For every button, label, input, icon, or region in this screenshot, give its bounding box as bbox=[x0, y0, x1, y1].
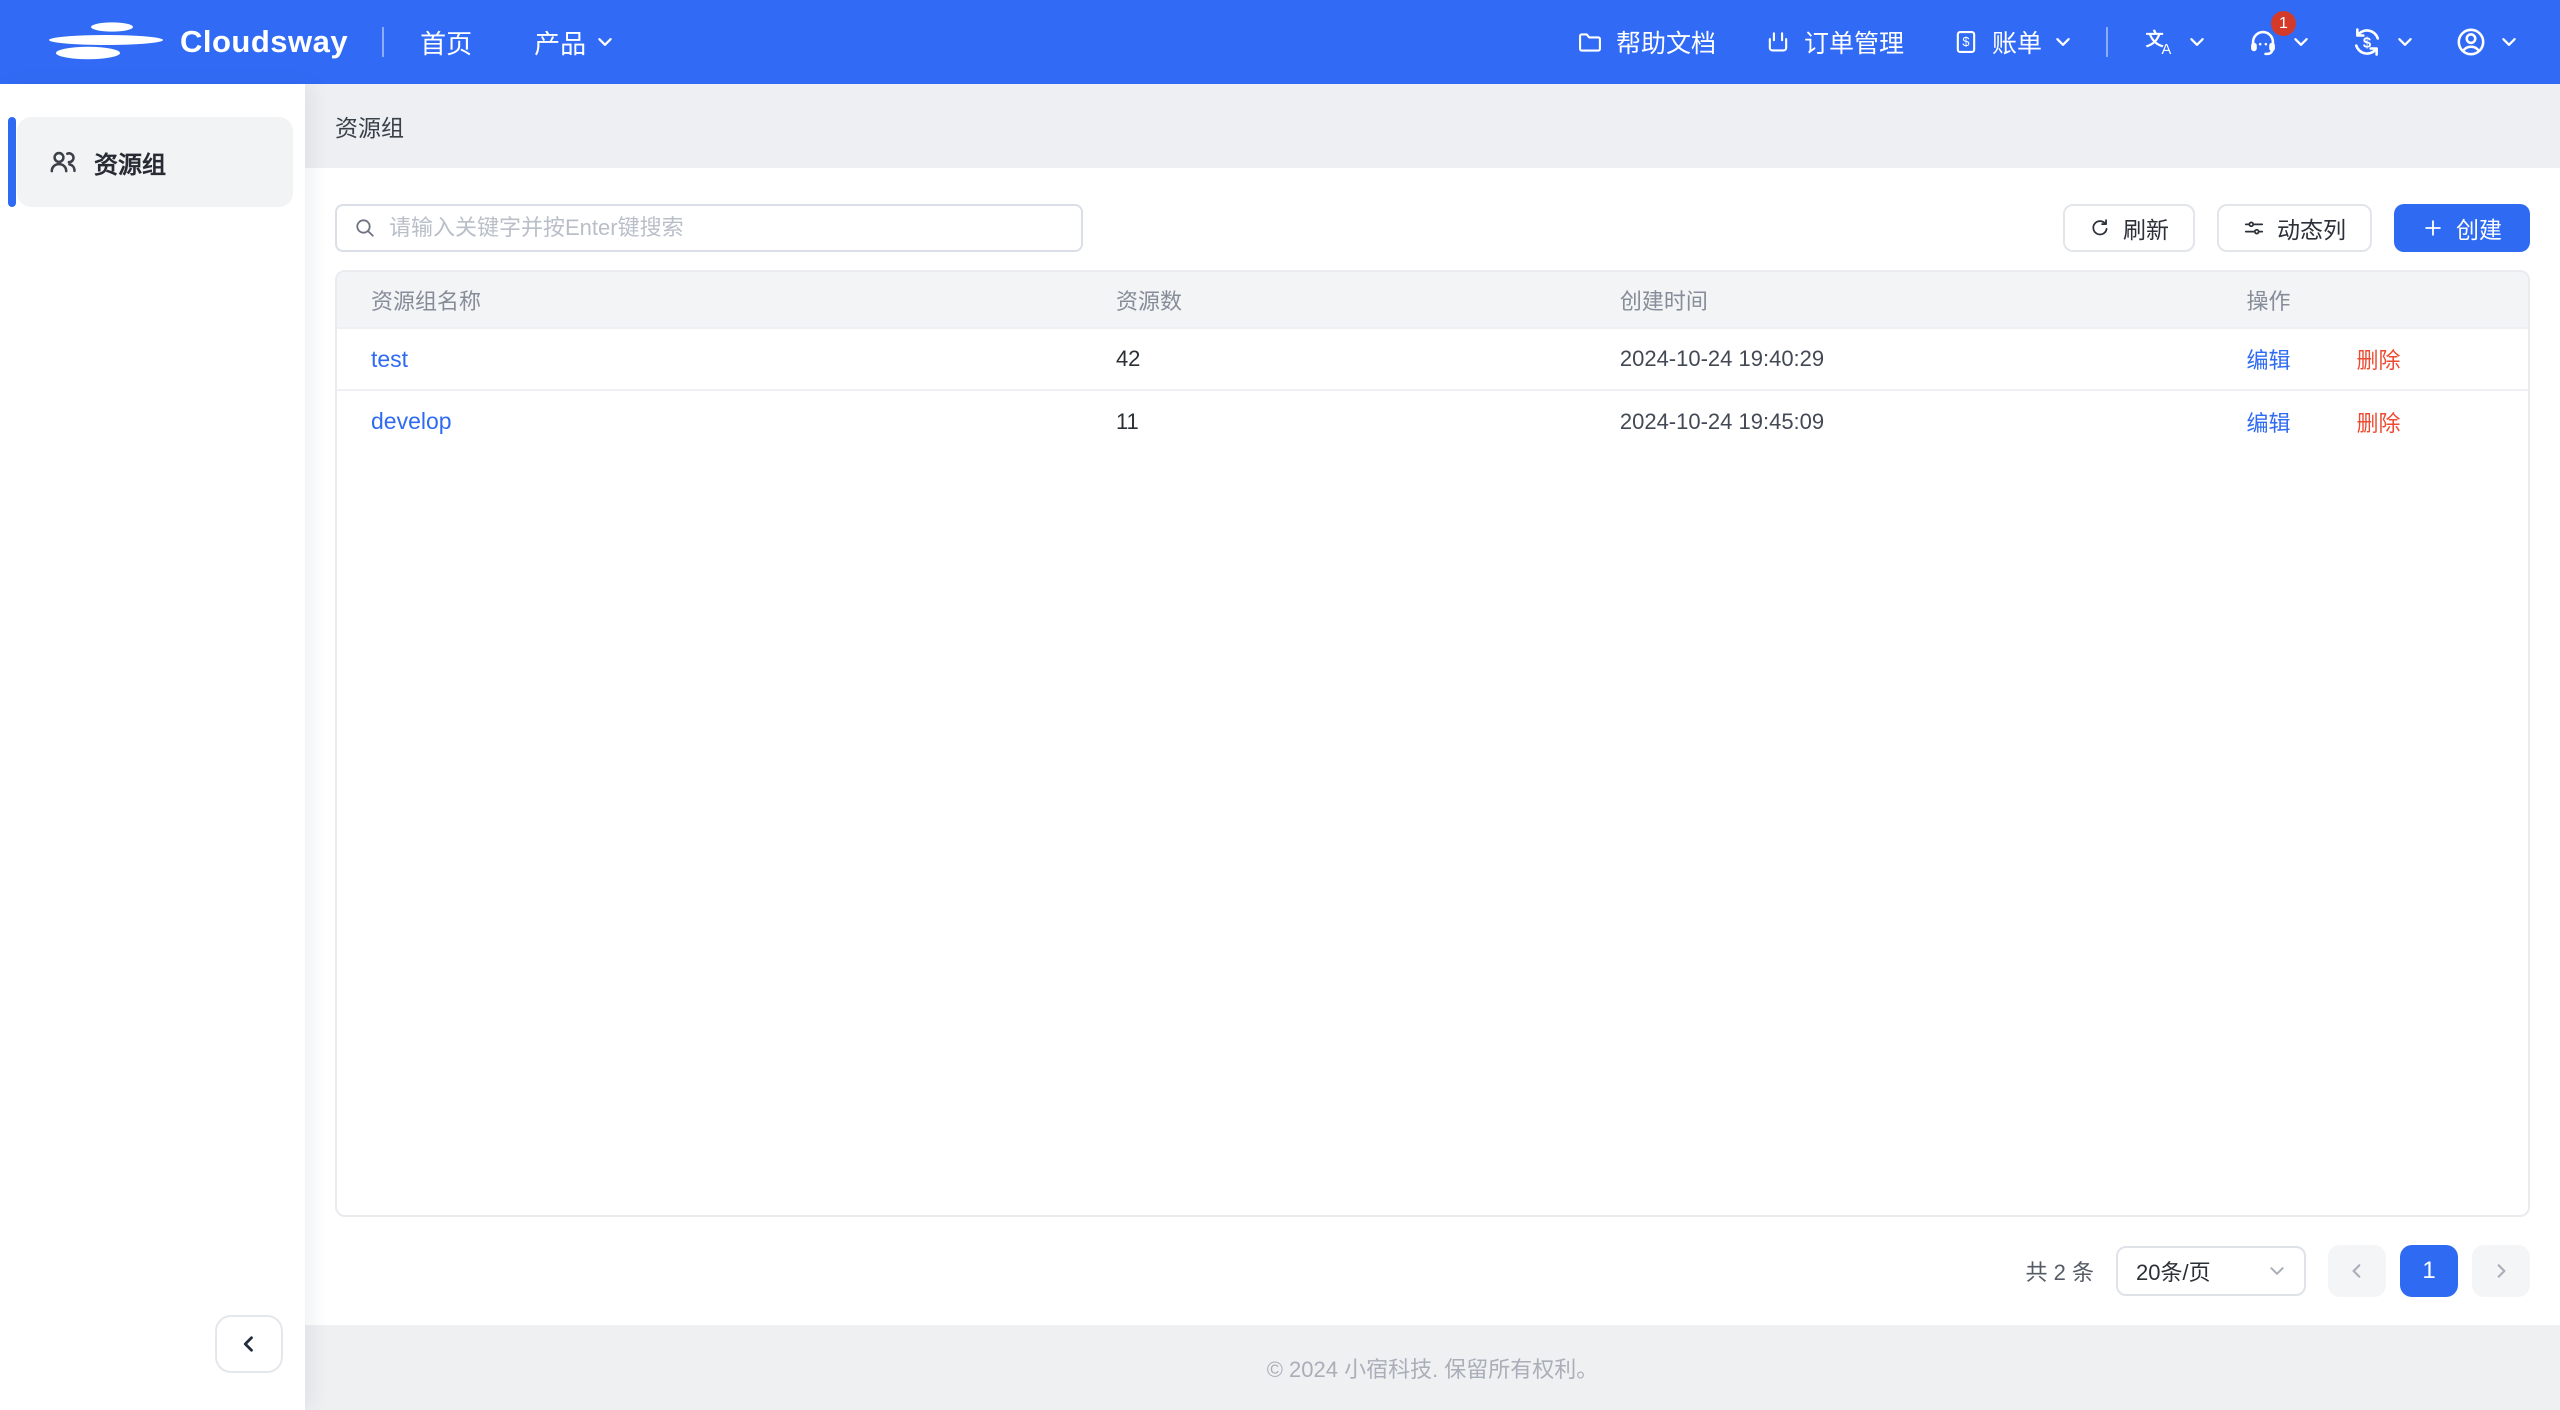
edit-link[interactable]: 编辑 bbox=[2246, 406, 2290, 438]
columns-filter-icon bbox=[2243, 217, 2265, 239]
resource-group-table: 资源组名称 资源数 创建时间 操作 test 42 2024-10-24 19:… bbox=[335, 270, 2530, 1217]
chevron-down-icon bbox=[2292, 33, 2310, 51]
currency-menu[interactable]: $ bbox=[2350, 25, 2414, 59]
table-header-row: 资源组名称 资源数 创建时间 操作 bbox=[337, 272, 2528, 328]
main-menu: 首页 产品 bbox=[420, 24, 614, 61]
svg-text:$: $ bbox=[2363, 35, 2372, 51]
total-count: 共 2 条 bbox=[2026, 1255, 2094, 1287]
account-menu[interactable] bbox=[2454, 25, 2518, 59]
orders-icon bbox=[1764, 28, 1792, 56]
search-box[interactable] bbox=[335, 204, 1083, 252]
created-time: 2024-10-24 19:45:09 bbox=[1586, 390, 2213, 452]
help-docs-icon bbox=[1576, 28, 1604, 56]
search-icon bbox=[353, 216, 377, 240]
sidebar-item-label: 资源组 bbox=[94, 145, 166, 180]
active-indicator bbox=[8, 117, 16, 207]
chevron-down-icon bbox=[2188, 33, 2206, 51]
dynamic-columns-button[interactable]: 动态列 bbox=[2217, 204, 2372, 252]
resource-group-name-link[interactable]: test bbox=[371, 346, 408, 372]
delete-link[interactable]: 删除 bbox=[2357, 406, 2401, 438]
column-header-actions: 操作 bbox=[2212, 272, 2528, 328]
breadcrumb-title: 资源组 bbox=[335, 109, 404, 143]
resource-count: 42 bbox=[1082, 328, 1586, 390]
footer: © 2024 小宿科技. 保留所有权利。 bbox=[305, 1325, 2560, 1410]
table-row: test 42 2024-10-24 19:40:29 编辑 删除 bbox=[337, 328, 2528, 390]
quick-links: 帮助文档 订单管理 $ 账单 bbox=[1576, 24, 2072, 60]
order-management-link[interactable]: 订单管理 bbox=[1764, 24, 1904, 60]
chevron-down-icon bbox=[596, 33, 614, 51]
plus-icon bbox=[2422, 217, 2444, 239]
chevron-down-icon bbox=[2268, 1262, 2286, 1280]
table-row: develop 11 2024-10-24 19:45:09 编辑 删除 bbox=[337, 390, 2528, 452]
sidebar-collapse-button[interactable] bbox=[215, 1315, 283, 1373]
brand[interactable]: Cloudsway bbox=[46, 19, 348, 65]
delete-link[interactable]: 删除 bbox=[2357, 343, 2401, 375]
column-header-created: 创建时间 bbox=[1586, 272, 2213, 328]
chevron-down-icon bbox=[2500, 33, 2518, 51]
nav-item-home[interactable]: 首页 bbox=[420, 24, 472, 61]
svg-text:A: A bbox=[2162, 42, 2172, 58]
breadcrumb: 资源组 bbox=[305, 84, 2560, 168]
currency-exchange-icon: $ bbox=[2350, 25, 2384, 59]
icon-menus: 文 A 1 bbox=[2144, 25, 2518, 59]
notification-badge: 1 bbox=[2271, 11, 2296, 36]
brand-name: Cloudsway bbox=[180, 24, 348, 60]
page-1-button[interactable]: 1 bbox=[2400, 1245, 2458, 1297]
copyright-text: © 2024 小宿科技. 保留所有权利。 bbox=[1267, 1352, 1599, 1384]
resource-count: 11 bbox=[1082, 390, 1586, 452]
column-header-count: 资源数 bbox=[1082, 272, 1586, 328]
toolbar-actions: 刷新 动态列 bbox=[2063, 204, 2530, 252]
nav-item-products[interactable]: 产品 bbox=[534, 24, 614, 61]
billing-icon: $ bbox=[1952, 28, 1980, 56]
language-icon: 文 A bbox=[2144, 26, 2176, 58]
svg-text:$: $ bbox=[1962, 34, 1969, 49]
page-size-select[interactable]: 20条/页 bbox=[2116, 1246, 2306, 1296]
toolbar: 刷新 动态列 bbox=[305, 168, 2560, 270]
chevron-left-icon bbox=[239, 1334, 259, 1354]
create-button[interactable]: 创建 bbox=[2394, 204, 2530, 252]
cloudsway-logo-icon bbox=[46, 19, 166, 65]
refresh-icon bbox=[2089, 217, 2111, 239]
next-page-button[interactable] bbox=[2472, 1245, 2530, 1297]
chevron-left-icon bbox=[2348, 1262, 2366, 1280]
help-docs-link[interactable]: 帮助文档 bbox=[1576, 24, 1716, 60]
main-area: 资源组 bbox=[305, 84, 2560, 1410]
support-menu[interactable]: 1 bbox=[2246, 25, 2310, 59]
chevron-right-icon bbox=[2492, 1262, 2510, 1280]
language-menu[interactable]: 文 A bbox=[2144, 26, 2206, 58]
prev-page-button[interactable] bbox=[2328, 1245, 2386, 1297]
edit-link[interactable]: 编辑 bbox=[2246, 343, 2290, 375]
navbar-divider bbox=[382, 27, 384, 57]
navbar-divider bbox=[2106, 27, 2108, 57]
billing-link[interactable]: $ 账单 bbox=[1952, 24, 2072, 60]
chevron-down-icon bbox=[2054, 33, 2072, 51]
resource-group-icon bbox=[47, 146, 79, 178]
top-navbar: Cloudsway 首页 产品 帮助文档 bbox=[0, 0, 2560, 84]
refresh-button[interactable]: 刷新 bbox=[2063, 204, 2195, 252]
pager: 1 bbox=[2328, 1245, 2530, 1297]
search-input[interactable] bbox=[389, 215, 1065, 241]
resource-group-name-link[interactable]: develop bbox=[371, 408, 452, 434]
column-header-name: 资源组名称 bbox=[337, 272, 1082, 328]
sidebar-item-resource-group[interactable]: 资源组 bbox=[17, 117, 293, 207]
chevron-down-icon bbox=[2396, 33, 2414, 51]
created-time: 2024-10-24 19:40:29 bbox=[1586, 328, 2213, 390]
sidebar: 资源组 bbox=[0, 84, 305, 1410]
account-icon bbox=[2454, 25, 2488, 59]
pagination: 共 2 条 20条/页 1 bbox=[305, 1217, 2560, 1325]
